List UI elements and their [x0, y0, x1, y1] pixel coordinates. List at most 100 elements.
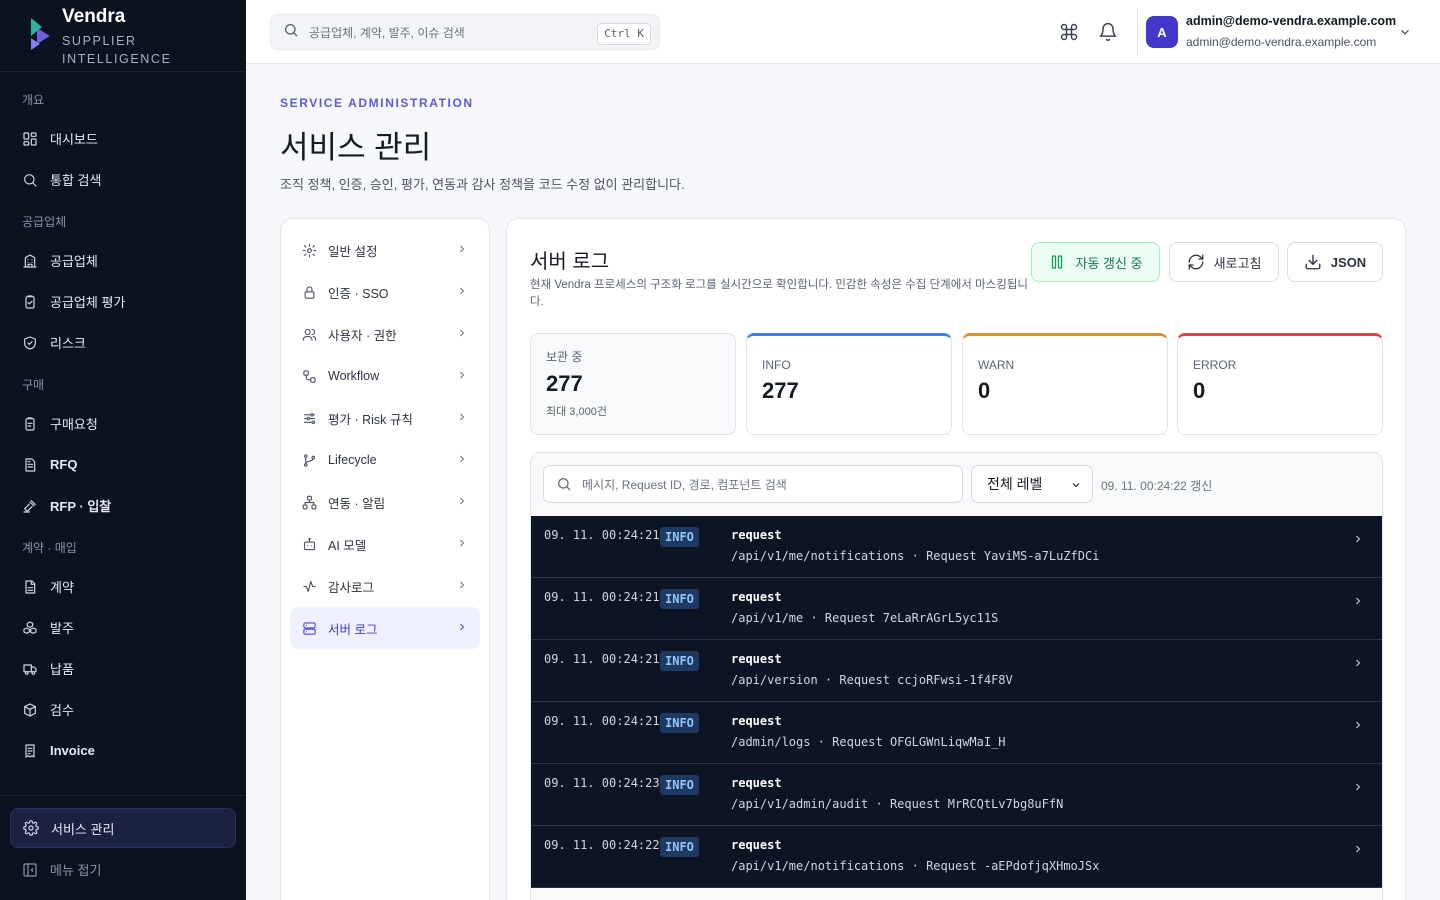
log-timestamp: 09. 11. 00:24:22 [544, 838, 660, 852]
user-name[interactable]: admin@demo-vendra.example.com [1186, 14, 1396, 28]
settings-nav-label: Workflow [328, 369, 380, 383]
sidebar-item-label: 통합 검색 [50, 173, 102, 188]
sidebar-section-title: 공급업체 [22, 215, 67, 229]
log-row[interactable]: 09. 11. 00:24:22 INFO request/api/v1/me/no… [531, 826, 1382, 888]
auto-refresh-button[interactable]: 자동 갱신 중 [1031, 242, 1160, 282]
log-timestamp: 09. 11. 00:24:21 [544, 652, 660, 666]
clipboard-check-icon [22, 294, 38, 310]
chevron-right-icon [456, 327, 468, 342]
shortcut-hint: Ctrl K [597, 23, 651, 45]
export-json-button[interactable]: JSON [1287, 242, 1383, 282]
sliders-icon [302, 411, 317, 426]
avatar[interactable]: A [1146, 16, 1178, 48]
settings-nav-item[interactable]: Lifecycle [290, 439, 480, 481]
log-row[interactable]: 09. 11. 00:24:23 INFO request/api/v1/admin… [531, 764, 1382, 826]
chevron-right-icon [456, 579, 468, 594]
sidebar-item[interactable]: RFQ [0, 444, 246, 485]
sidebar-item[interactable]: 발주 [0, 607, 246, 648]
topbar: 공급업체, 계약, 발주, 이슈 검색 Ctrl K A admin@demo-… [246, 0, 1440, 64]
sidebar-item[interactable]: RFP · 입찰 [0, 485, 246, 526]
sidebar-item-label: 대시보드 [50, 132, 98, 147]
sidebar-item-label: 납품 [50, 662, 74, 677]
auto-refresh-label: 자동 갱신 중 [1075, 255, 1143, 271]
package-check-icon [22, 702, 38, 718]
sidebar-item[interactable]: 통합 검색 [0, 159, 246, 200]
log-viewer: 메시지, Request ID, 경로, 컴포넌트 검색 전체 레벨 09. 1… [530, 452, 1383, 900]
stat-value: 0 [1193, 378, 1206, 403]
log-list: 09. 11. 00:24:21 INFO request/api/v1/me/no… [531, 516, 1382, 888]
log-timestamp: 09. 11. 00:24:21 [544, 714, 660, 728]
chevron-right-icon [456, 537, 468, 552]
sidebar-item-label: 공급업체 [50, 254, 98, 269]
log-timestamp: 09. 11. 00:24:21 [544, 590, 660, 604]
settings-nav-item[interactable]: 감사로그 [290, 565, 480, 607]
settings-nav-item[interactable]: AI 모델 [290, 523, 480, 565]
bot-icon [302, 537, 317, 552]
log-message: request [731, 838, 782, 852]
log-message: request [731, 714, 782, 728]
sidebar-item[interactable]: 구매요청 [0, 403, 246, 444]
level-select[interactable]: 전체 레벨 [971, 465, 1093, 503]
chevron-right-icon [1352, 530, 1364, 543]
log-message: request [731, 652, 782, 666]
log-detail: /api/v1/admin/audit · Request MrRCQtLv7b… [731, 797, 1064, 811]
chevron-right-icon [1352, 716, 1364, 729]
log-row[interactable]: 09. 11. 00:24:21 INFO request/api/v1/me/no… [531, 516, 1382, 578]
log-timestamp: 09. 11. 00:24:23 [544, 776, 660, 790]
stat-error[interactable]: ERROR 0 [1177, 333, 1383, 435]
log-search-placeholder: 메시지, Request ID, 경로, 컴포넌트 검색 [582, 477, 787, 492]
stat-retained: 보관 중 277 최대 3,000건 [530, 333, 736, 435]
log-row[interactable]: 09. 11. 00:24:21 INFO request/api/version … [531, 640, 1382, 702]
sidebar-item[interactable]: 리스크 [0, 322, 246, 363]
command-icon[interactable] [1059, 22, 1079, 42]
chevron-right-icon [456, 285, 468, 300]
gear-icon [23, 820, 39, 836]
chevron-right-icon [1352, 778, 1364, 791]
brand[interactable]: Vendra SUPPLIER INTELLIGENCE [0, 0, 246, 72]
sidebar-item[interactable]: 대시보드 [0, 118, 246, 159]
chevron-right-icon [456, 453, 468, 468]
bell-icon[interactable] [1098, 22, 1118, 42]
settings-nav-item[interactable]: 서버 로그 [290, 607, 480, 649]
chevron-right-icon [456, 243, 468, 258]
search-icon [22, 172, 38, 188]
sidebar-item[interactable]: 공급업체 평가 [0, 281, 246, 322]
log-search-input[interactable]: 메시지, Request ID, 경로, 컴포넌트 검색 [543, 465, 963, 503]
export-label: JSON [1330, 254, 1367, 270]
sidebar-item[interactable]: 납품 [0, 648, 246, 689]
chevron-down-icon[interactable] [1398, 25, 1412, 39]
sidebar-item[interactable]: 검수 [0, 689, 246, 730]
page-eyebrow: SERVICE ADMINISTRATION [280, 96, 474, 110]
sidebar-item[interactable]: 계약 [0, 566, 246, 607]
settings-nav-item[interactable]: 일반 설정 [290, 229, 480, 271]
log-row[interactable]: 09. 11. 00:24:21 INFO request/admin/logs ·… [531, 702, 1382, 764]
stat-label: ERROR [1193, 358, 1237, 372]
refresh-button[interactable]: 새로고침 [1169, 242, 1279, 282]
stat-info[interactable]: INFO 277 [746, 333, 952, 435]
stat-warn[interactable]: WARN 0 [962, 333, 1168, 435]
settings-nav-item[interactable]: 연동 · 알림 [290, 481, 480, 523]
log-timestamp: 09. 11. 00:24:21 [544, 528, 660, 542]
stat-label: WARN [978, 358, 1015, 372]
dashboard-icon [22, 131, 38, 147]
log-detail: /api/v1/me/notifications · Request -aEPd… [731, 859, 1100, 873]
clipboard-icon [22, 416, 38, 432]
sidebar-item-service-admin[interactable]: 서비스 관리 [10, 808, 236, 848]
settings-nav-item[interactable]: Workflow [290, 355, 480, 397]
chevron-right-icon [456, 369, 468, 384]
refresh-icon [1187, 253, 1214, 271]
log-row[interactable]: 09. 11. 00:24:21 INFO request/api/v1/me · … [531, 578, 1382, 640]
server-log-panel: 서버 로그 현재 Vendra 프로세스의 구조화 로그를 실시간으로 확인합니… [506, 218, 1406, 900]
settings-nav-item[interactable]: 인증 · SSO [290, 271, 480, 313]
vendra-logo-icon [28, 16, 54, 52]
log-detail: /admin/logs · Request OFGLGWnLiqwMaI_H [731, 735, 1006, 749]
download-icon [1304, 253, 1331, 271]
collapse-menu-button[interactable]: 메뉴 접기 [0, 849, 246, 890]
settings-nav-item[interactable]: 평가 · Risk 규칙 [290, 397, 480, 439]
settings-nav-item[interactable]: 사용자 · 권한 [290, 313, 480, 355]
refresh-label: 새로고침 [1213, 255, 1262, 271]
sidebar-item[interactable]: 공급업체 [0, 240, 246, 281]
log-level-badge: INFO [660, 775, 699, 795]
global-search-input[interactable]: 공급업체, 계약, 발주, 이슈 검색 Ctrl K [270, 14, 660, 50]
sidebar-item[interactable]: Invoice [0, 730, 246, 771]
